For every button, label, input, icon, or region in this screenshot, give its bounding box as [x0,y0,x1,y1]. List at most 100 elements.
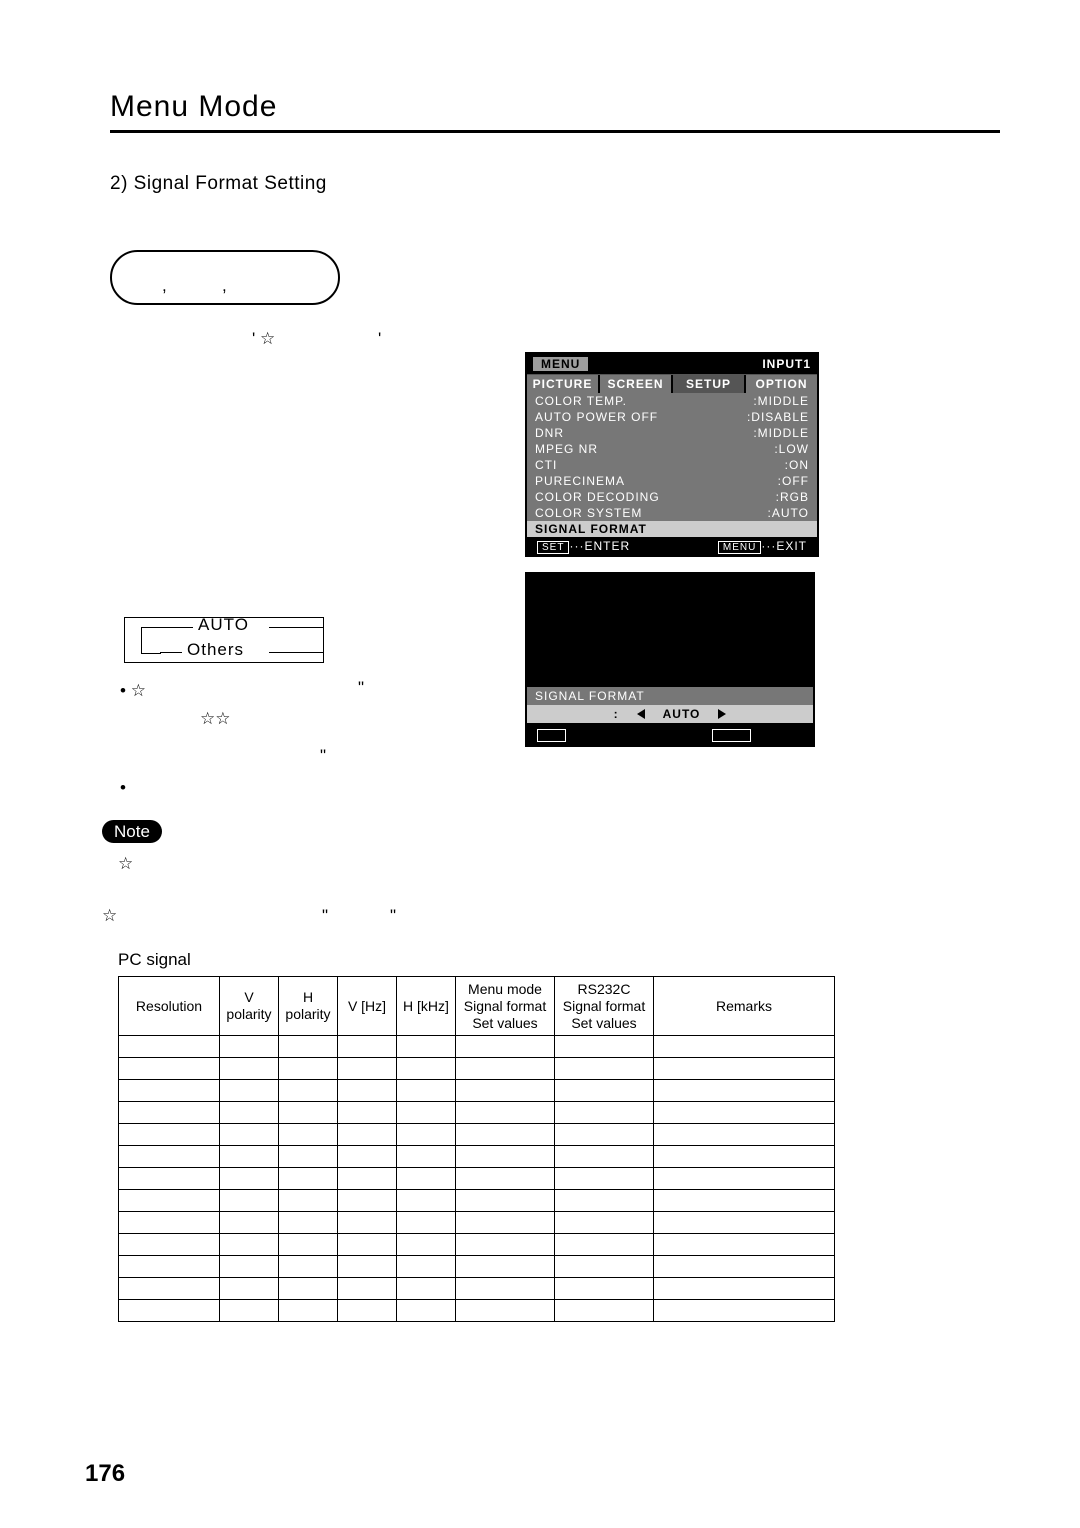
right-arrow-icon[interactable] [718,709,726,719]
table-cell [220,1058,279,1080]
table-header-cell: Menu modeSignal formatSet values [456,977,555,1036]
table-cell [555,1080,654,1102]
osd-row-label: AUTO POWER OFF [535,410,658,424]
osd-input-badge: INPUT1 [762,357,811,371]
osd-setup-menu: MENU INPUT1 PICTURE SCREEN SETUP OPTION … [525,352,819,557]
osd-tab-option[interactable]: OPTION [746,375,817,393]
table-row [119,1080,835,1102]
table-cell [654,1234,835,1256]
table-cell [555,1278,654,1300]
table-cell [220,1234,279,1256]
table-cell [555,1102,654,1124]
diagram-label-others: Others [187,640,244,660]
table-cell [119,1212,220,1234]
table-cell [220,1300,279,1322]
table-body [119,1036,835,1322]
table-cell [338,1080,397,1102]
table-cell [220,1146,279,1168]
osd-row-signalformat[interactable]: SIGNAL FORMAT [527,521,817,537]
stray-doublequote: " [322,906,328,926]
table-cell [654,1036,835,1058]
bullet-icon [120,681,131,700]
table-cell [279,1234,338,1256]
table-cell [338,1234,397,1256]
star-icon: ☆ [102,906,117,925]
table-cell [456,1256,555,1278]
table-cell [654,1102,835,1124]
table-cell [279,1278,338,1300]
osd-row-label: SIGNAL FORMAT [535,522,647,536]
osd-row-colortemp[interactable]: COLOR TEMP. :MIDDLE [527,393,817,409]
table-cell [338,1190,397,1212]
osd2-foot-right-text: ···EXIT [751,725,803,742]
table-row [119,1102,835,1124]
table-cell [338,1102,397,1124]
table-cell [220,1036,279,1058]
table-row [119,1124,835,1146]
diagram-label-auto: AUTO [198,615,249,635]
diagram-line [269,627,324,628]
osd-tab-setup[interactable]: SETUP [673,375,746,393]
note-star: ☆ [118,854,162,874]
pc-signal-table-wrap: PC signal ResolutionVpolarityHpolarityV … [118,950,835,1322]
osd-row-colorsystem[interactable]: COLOR SYSTEM :AUTO [527,505,817,521]
osd-row-value: :RGB [776,490,809,504]
left-arrow-icon[interactable] [637,709,645,719]
table-cell [555,1212,654,1234]
table-cell [555,1300,654,1322]
stray-comma: , [222,276,227,296]
stray-apostrophe: ' [378,329,381,349]
table-cell [220,1256,279,1278]
table-cell [220,1124,279,1146]
osd-tab-screen[interactable]: SCREEN [600,375,673,393]
osd-row-label: CTI [535,458,557,472]
table-cell [338,1212,397,1234]
table-cell [456,1146,555,1168]
section-subtitle: 2) Signal Format Setting [110,173,1000,195]
osd-tab-picture[interactable]: PICTURE [527,375,600,393]
table-cell [279,1080,338,1102]
osd-foot-left-text: ···ENTER [569,539,630,553]
bullet-row: ☆ [120,678,146,704]
table-cell [555,1124,654,1146]
osd2-value-row[interactable]: : AUTO [527,705,813,723]
table-cell [654,1058,835,1080]
table-cell [397,1036,456,1058]
table-cell [397,1278,456,1300]
osd-row-mpegnr[interactable]: MPEG NR :LOW [527,441,817,457]
table-header-cell: H [kHz] [397,977,456,1036]
table-cell [220,1190,279,1212]
table-row [119,1234,835,1256]
osd-foot-right: MENU···EXIT [718,539,807,553]
table-cell [220,1102,279,1124]
bullet-icon [120,778,126,797]
table-cell [397,1212,456,1234]
bullet-row-stars: ☆☆ [200,706,230,732]
osd-body: COLOR TEMP. :MIDDLE AUTO POWER OFF :DISA… [527,393,817,537]
osd-row-colordecoding[interactable]: COLOR DECODING :RGB [527,489,817,505]
osd-tabs: PICTURE SCREEN SETUP OPTION [527,374,817,393]
stray-doublequote: " [320,746,326,766]
table-cell [654,1278,835,1300]
osd-row-value: :MIDDLE [753,426,809,440]
osd2-foot-left: SET···SET [537,725,614,743]
table-cell [279,1300,338,1322]
osd-row-dnr[interactable]: DNR :MIDDLE [527,425,817,441]
table-cell [397,1146,456,1168]
table-cell [119,1300,220,1322]
table-cell [456,1080,555,1102]
osd2-current-value: AUTO [663,707,701,721]
osd-row-label: COLOR SYSTEM [535,506,642,520]
table-cell [397,1124,456,1146]
table-cell [654,1256,835,1278]
menu-key-icon: MENU [712,729,751,742]
osd-row-label: DNR [535,426,564,440]
osd-row-purecinema[interactable]: PURECINEMA :OFF [527,473,817,489]
osd-row-cti[interactable]: CTI :ON [527,457,817,473]
table-cell [555,1058,654,1080]
table-cell [397,1168,456,1190]
table-cell [397,1080,456,1102]
osd-row-autopoweroff[interactable]: AUTO POWER OFF :DISABLE [527,409,817,425]
note-block: Note ☆ [102,822,162,874]
table-cell [119,1168,220,1190]
